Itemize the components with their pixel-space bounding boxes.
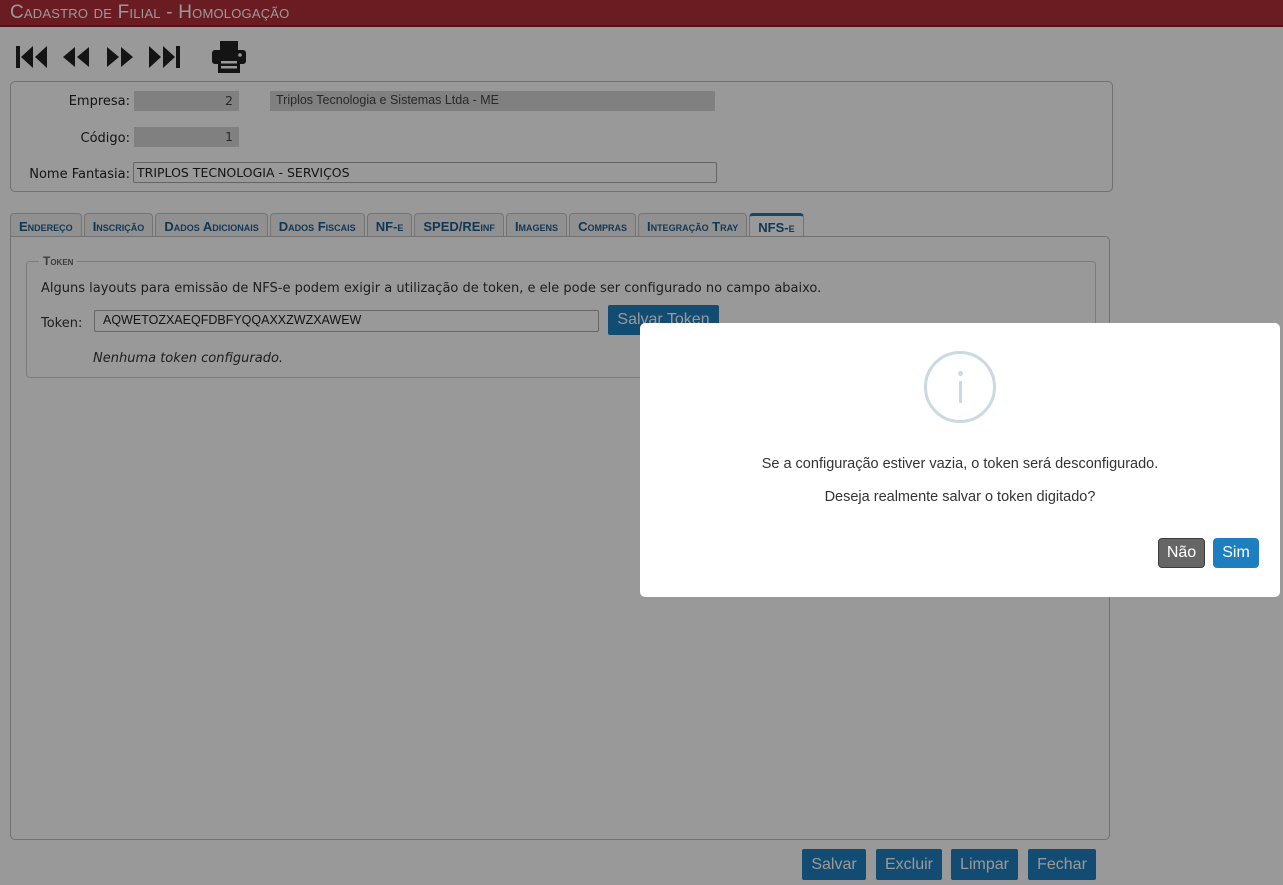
dialog-question: Deseja realmente salvar o token digitado… [824,489,1096,505]
confirm-dialog: Se a configuração estiver vazia, o token… [640,323,1280,597]
info-icon [924,351,996,423]
dialog-message: Se a configuração estiver vazia, o token… [761,456,1159,472]
yes-button[interactable]: Sim [1213,538,1259,568]
no-button[interactable]: Não [1158,538,1205,568]
